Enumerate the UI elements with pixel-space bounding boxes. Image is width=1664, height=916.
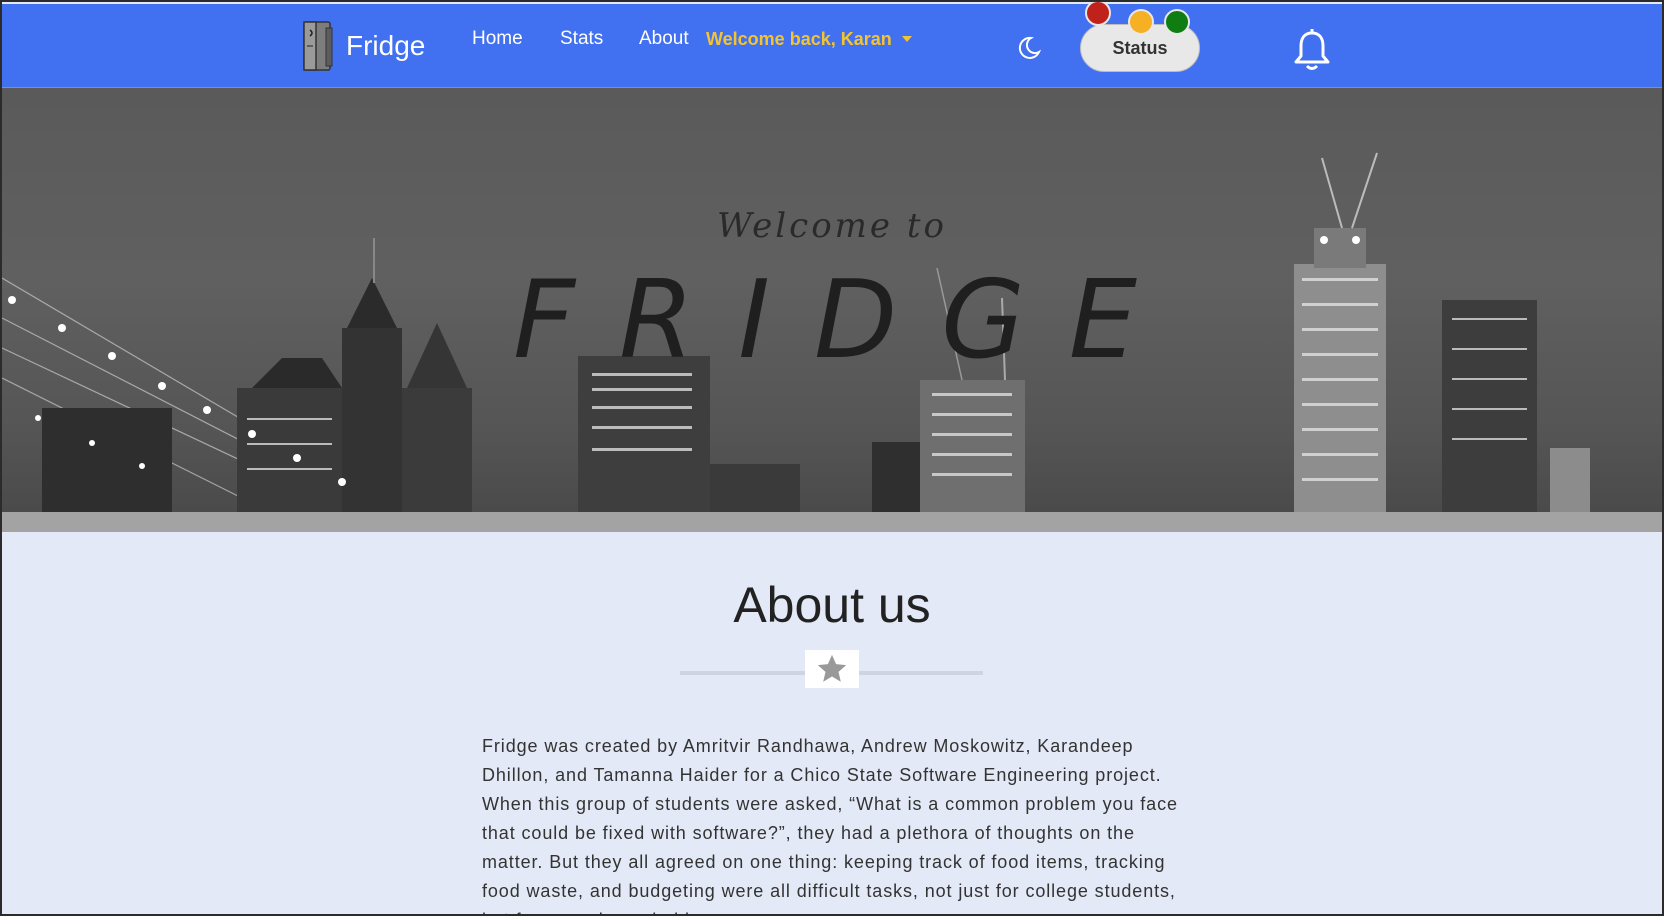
moon-icon[interactable] — [1016, 35, 1042, 61]
status-dot-green — [1164, 9, 1190, 35]
status-dot-yellow — [1128, 9, 1154, 35]
hero-subtitle: Welcome to — [717, 206, 947, 246]
hero-divider-strip — [2, 512, 1662, 532]
bell-icon[interactable] — [1292, 28, 1332, 72]
brand-name: Fridge — [346, 30, 426, 61]
status-label: Status — [1112, 37, 1168, 58]
star-icon — [817, 654, 847, 682]
divider-star — [805, 650, 859, 688]
caret-down-icon — [901, 35, 912, 42]
status-dot-red — [1085, 2, 1111, 26]
hero-banner: Welcome to FRIDGE — [2, 88, 1662, 514]
navbar: Fridge Home Stats About Welcome back, Ka… — [2, 2, 1662, 88]
nav-link-home[interactable]: Home — [472, 28, 523, 50]
about-paragraph: Fridge was created by Amritvir Randhawa,… — [482, 736, 1178, 914]
welcome-label: Welcome back, Karan — [706, 29, 892, 49]
nav-link-stats[interactable]: Stats — [560, 28, 603, 50]
fridge-logo-icon — [303, 21, 333, 71]
hero-title: FRIDGE — [512, 258, 1182, 383]
nav-link-about[interactable]: About — [639, 28, 689, 50]
brand-link[interactable]: Fridge — [300, 20, 425, 72]
about-heading: About us — [733, 577, 931, 633]
user-menu-dropdown[interactable]: Welcome back, Karan — [706, 29, 912, 50]
divider-line-right — [859, 671, 983, 675]
divider-line-left — [680, 671, 805, 675]
browser-viewport: Fridge Home Stats About Welcome back, Ka… — [2, 2, 1662, 914]
